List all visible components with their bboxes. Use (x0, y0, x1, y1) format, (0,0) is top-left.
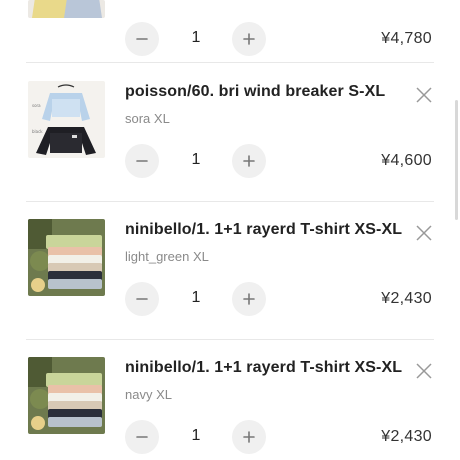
cart-item: sora black poisson/60. bri wind breaker … (0, 63, 460, 201)
cart-list: 1 ¥4,780 sora black poisson/60. bri wind… (0, 0, 460, 460)
plus-icon (243, 155, 255, 167)
folded-tshirts-thumbnail[interactable] (28, 357, 105, 434)
quantity-value: 1 (191, 29, 201, 46)
remove-item-button[interactable] (412, 221, 436, 245)
increase-quantity-button[interactable] (232, 22, 266, 56)
svg-text:black: black (32, 129, 43, 134)
decrease-quantity-button[interactable] (125, 144, 159, 178)
product-variant: sora XL (125, 111, 170, 126)
plus-icon (243, 33, 255, 45)
item-price: ¥4,780 (381, 30, 432, 47)
svg-text:sora: sora (32, 103, 41, 108)
skirt-thumbnail[interactable] (28, 0, 105, 18)
product-variant: navy XL (125, 387, 172, 402)
quantity-value: 1 (191, 151, 201, 168)
quantity-value: 1 (191, 289, 201, 306)
minus-icon (136, 38, 148, 40)
close-icon (416, 363, 432, 379)
increase-quantity-button[interactable] (232, 282, 266, 316)
cart-item: ninibello/1. 1+1 rayerd T-shirt XS-XL na… (0, 339, 460, 460)
quantity-value: 1 (191, 427, 201, 444)
plus-icon (243, 293, 255, 305)
minus-icon (136, 436, 148, 438)
item-price: ¥2,430 (381, 290, 432, 307)
decrease-quantity-button[interactable] (125, 22, 159, 56)
product-title[interactable]: poisson/60. bri wind breaker S-XL (125, 83, 385, 101)
product-title[interactable]: ninibello/1. 1+1 rayerd T-shirt XS-XL (125, 221, 402, 239)
remove-item-button[interactable] (412, 359, 436, 383)
folded-tshirts-thumbnail[interactable] (28, 219, 105, 296)
increase-quantity-button[interactable] (232, 144, 266, 178)
minus-icon (136, 298, 148, 300)
cart-item: ninibello/1. 1+1 rayerd T-shirt XS-XL li… (0, 201, 460, 339)
decrease-quantity-button[interactable] (125, 420, 159, 454)
scrollbar[interactable] (455, 100, 458, 220)
item-price: ¥2,430 (381, 428, 432, 445)
plus-icon (243, 431, 255, 443)
close-icon (416, 87, 432, 103)
minus-icon (136, 160, 148, 162)
product-variant: light_green XL (125, 249, 209, 264)
product-title[interactable]: ninibello/1. 1+1 rayerd T-shirt XS-XL (125, 359, 402, 377)
remove-item-button[interactable] (412, 83, 436, 107)
close-icon (416, 225, 432, 241)
increase-quantity-button[interactable] (232, 420, 266, 454)
decrease-quantity-button[interactable] (125, 282, 159, 316)
windbreaker-thumbnail[interactable]: sora black (28, 81, 105, 158)
item-price: ¥4,600 (381, 152, 432, 169)
